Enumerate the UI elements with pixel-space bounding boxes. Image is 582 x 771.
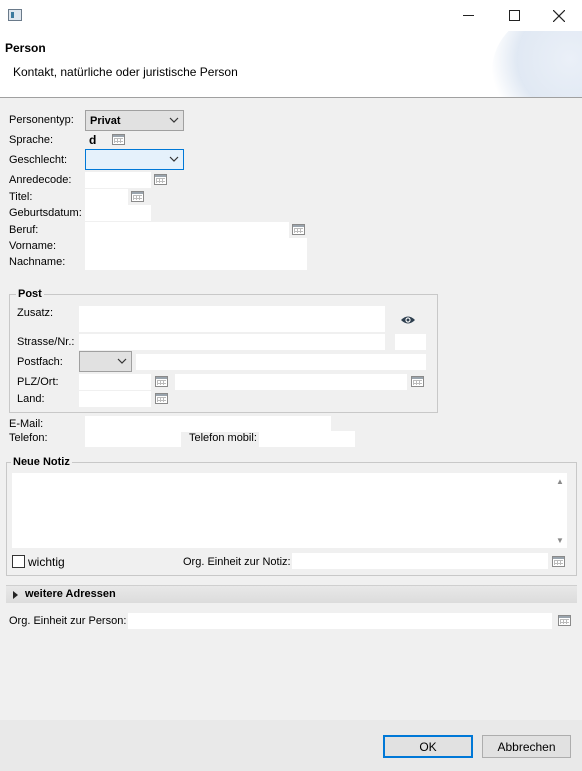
calendar-icon[interactable]: [154, 174, 167, 185]
dialog-subtitle: Kontakt, natürliche oder juristische Per…: [13, 65, 238, 79]
titel-input[interactable]: [85, 189, 128, 205]
postfach-label: Postfach:: [17, 356, 63, 368]
strasse-input[interactable]: [79, 334, 385, 350]
calendar-icon[interactable]: [558, 615, 571, 626]
geburtsdatum-input[interactable]: [85, 205, 151, 221]
close-icon: [553, 9, 565, 22]
land-label: Land:: [17, 393, 45, 405]
sprache-label: Sprache:: [9, 134, 54, 146]
scroll-down-icon[interactable]: ▼: [556, 536, 564, 545]
notiz-textarea[interactable]: [12, 473, 567, 548]
telefon-mobil-input[interactable]: [259, 431, 355, 447]
scroll-up-icon[interactable]: ▲: [556, 477, 564, 486]
vorname-label: Vorname:: [9, 240, 57, 252]
geschlecht-select[interactable]: [85, 149, 184, 170]
telefon-label: Telefon:: [9, 432, 48, 444]
postfach-select[interactable]: [79, 351, 132, 372]
plz-input[interactable]: [79, 374, 151, 390]
dialog-header: Person Kontakt, natürliche oder juristis…: [0, 31, 582, 98]
calendar-icon[interactable]: [292, 224, 305, 235]
nachname-input[interactable]: [85, 254, 307, 270]
beruf-input[interactable]: [85, 222, 289, 238]
anredecode-input[interactable]: [85, 172, 151, 188]
vorname-input[interactable]: [85, 238, 307, 254]
chevron-down-icon: [117, 358, 127, 364]
sprache-value: d: [89, 133, 97, 147]
triangle-right-icon: [13, 591, 18, 599]
personentyp-label: Personentyp:: [9, 114, 74, 126]
beruf-label: Beruf:: [9, 224, 39, 236]
anredecode-label: Anredecode:: [9, 174, 72, 186]
header-decoration: [492, 31, 582, 97]
land-input[interactable]: [79, 391, 151, 407]
minimize-icon: [462, 15, 474, 16]
calendar-icon[interactable]: [155, 376, 168, 387]
org-notiz-label: Org. Einheit zur Notiz:: [183, 556, 291, 568]
zusatz-input[interactable]: [79, 306, 385, 332]
chevron-down-icon: [169, 117, 179, 123]
cancel-button[interactable]: Abbrechen: [482, 735, 571, 758]
weitere-adressen-label: weitere Adressen: [25, 588, 116, 600]
geburtsdatum-label: Geburtsdatum:: [9, 207, 82, 219]
org-person-label: Org. Einheit zur Person:: [9, 615, 127, 627]
personentyp-select[interactable]: Privat: [85, 110, 184, 131]
geschlecht-label: Geschlecht:: [9, 154, 68, 166]
calendar-icon[interactable]: [155, 393, 168, 404]
chevron-down-icon: [169, 156, 179, 162]
email-label: E-Mail:: [9, 418, 44, 430]
calendar-icon[interactable]: [131, 191, 144, 202]
calendar-icon[interactable]: [112, 134, 125, 145]
title-bar: [0, 0, 582, 31]
org-person-input[interactable]: [128, 613, 552, 629]
titel-label: Titel:: [9, 191, 33, 203]
telefon-input[interactable]: [85, 431, 181, 447]
calendar-icon[interactable]: [552, 556, 565, 567]
hausnummer-input[interactable]: [395, 334, 426, 350]
minimize-button[interactable]: [445, 0, 491, 31]
ort-input[interactable]: [175, 374, 407, 390]
strasse-label: Strasse/Nr.:: [17, 336, 75, 348]
weitere-adressen-expander[interactable]: weitere Adressen: [6, 585, 577, 603]
maximize-icon: [508, 10, 520, 21]
zusatz-label: Zusatz:: [17, 307, 54, 319]
calendar-icon[interactable]: [411, 376, 424, 387]
close-button[interactable]: [536, 0, 582, 31]
postfach-input[interactable]: [136, 354, 426, 370]
plz-ort-label: PLZ/Ort:: [17, 376, 59, 388]
wichtig-checkbox[interactable]: [12, 555, 25, 568]
notiz-group-title: Neue Notiz: [11, 456, 72, 468]
post-group-title: Post: [16, 288, 44, 300]
wichtig-label: wichtig: [28, 555, 65, 569]
telefon-mobil-label: Telefon mobil:: [189, 432, 257, 444]
nachname-label: Nachname:: [9, 256, 66, 268]
maximize-button[interactable]: [491, 0, 537, 31]
ok-button[interactable]: OK: [383, 735, 473, 758]
app-icon: [8, 9, 22, 21]
dialog-title: Person: [5, 41, 46, 55]
eye-icon[interactable]: [400, 315, 416, 328]
org-notiz-input[interactable]: [292, 553, 548, 569]
personentyp-value: Privat: [90, 114, 121, 127]
dialog-footer: OK Abbrechen: [0, 720, 582, 771]
email-input[interactable]: [85, 416, 331, 432]
